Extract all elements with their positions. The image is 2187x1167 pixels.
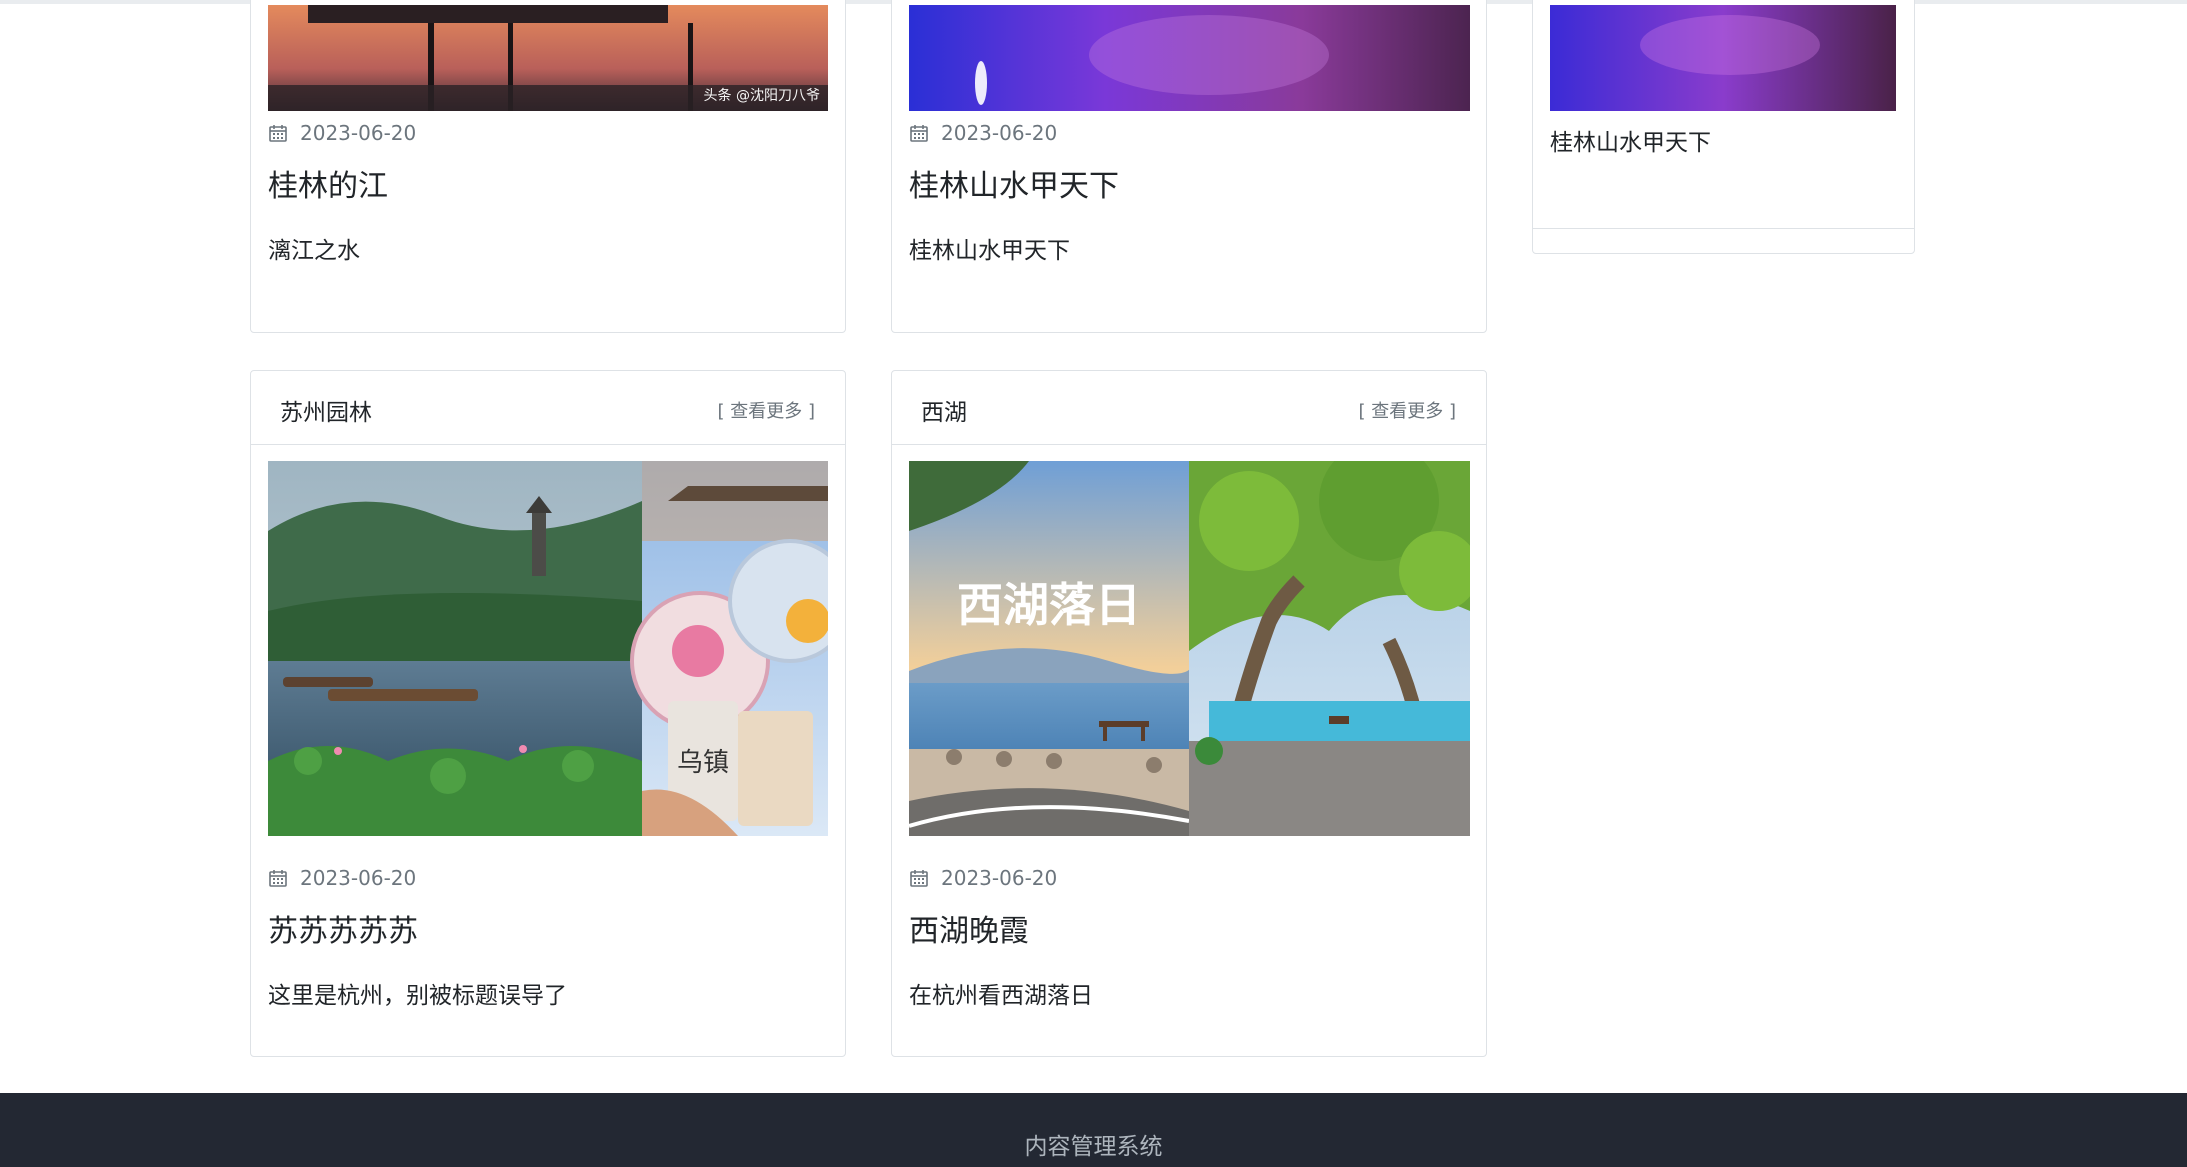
footer-text: 内容管理系统 [1024,1134,1163,1160]
post-card-guilin-landscape: 2023-06-20 桂林山水甲天下 桂林山水甲天下 [891,0,1487,333]
post-thumbnail[interactable]: 西湖落日 [909,461,1470,836]
section-header: 苏州园林 [ 查看更多 ] [251,371,845,445]
side-card-image[interactable] [1550,5,1896,111]
calendar-icon [269,125,287,142]
post-title[interactable]: 桂林山水甲天下 [909,161,1119,205]
section-title: 苏州园林 [280,400,372,426]
section-title: 西湖 [921,400,967,426]
post-title[interactable]: 苏苏苏苏苏 [268,906,418,950]
post-description: 在杭州看西湖落日 [909,983,1093,1009]
calendar-icon [910,870,928,887]
image-watermark: 头条 @沈阳刀八爷 [704,87,820,104]
image-caption-text: 西湖落日 [957,578,1141,632]
section-header: 西湖 [ 查看更多 ] [892,371,1486,445]
cup-sign: 乌镇 [677,748,729,778]
post-date: 2023-06-20 [268,121,416,145]
post-thumbnail[interactable]: 乌镇 [268,461,828,836]
post-card-guilin-river: 头条 @沈阳刀八爷 2023-06-20 桂林的江 漓江之水 [250,0,846,333]
side-card-footer-divider [1533,228,1914,229]
post-description: 漓江之水 [268,238,360,264]
post-title[interactable]: 西湖晚霞 [909,906,1029,950]
post-thumbnail[interactable]: 头条 @沈阳刀八爷 [268,5,828,111]
post-date: 2023-06-20 [909,866,1057,890]
side-card: 桂林山水甲天下 [1532,0,1915,254]
site-footer: 内容管理系统 [0,1093,2187,1167]
post-thumbnail[interactable] [909,5,1470,111]
view-more-link[interactable]: [ 查看更多 ] [1359,397,1457,423]
post-description: 这里是杭州，别被标题误导了 [268,983,567,1009]
calendar-icon [269,870,287,887]
post-date: 2023-06-20 [268,866,416,890]
calendar-icon [910,125,928,142]
section-card-west-lake: 西湖 [ 查看更多 ] 西湖落日 2023-06-20 西湖晚霞 在杭州看西湖落… [891,370,1487,1057]
post-date: 2023-06-20 [909,121,1057,145]
post-title[interactable]: 桂林的江 [268,161,388,205]
side-card-description: 桂林山水甲天下 [1550,130,1711,156]
section-card-suzhou-gardens: 苏州园林 [ 查看更多 ] 乌镇 2023-06-20 苏苏苏苏苏 这里是杭州，… [250,370,846,1057]
view-more-link[interactable]: [ 查看更多 ] [718,397,816,423]
post-description: 桂林山水甲天下 [909,238,1070,264]
